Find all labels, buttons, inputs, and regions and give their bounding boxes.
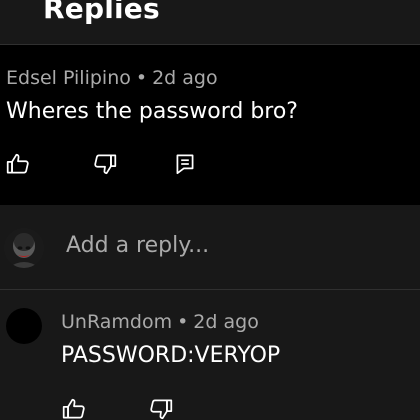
reply-time: 2d ago <box>193 311 259 333</box>
comment-text: Wheres the password bro? <box>6 99 298 124</box>
reply-input[interactable]: Add a reply... <box>66 229 396 263</box>
thumbs-up-icon[interactable] <box>5 151 31 177</box>
comment-item: Edsel Pilipino • 2d ago Wheres the passwor… <box>0 45 420 205</box>
user-avatar <box>4 228 44 268</box>
meta-separator: • <box>177 311 189 333</box>
replies-header: Replies <box>0 0 420 44</box>
comment-author[interactable]: Edsel Pilipino <box>6 67 131 89</box>
reply-icon[interactable] <box>172 151 198 177</box>
thumbs-up-icon[interactable] <box>61 396 87 420</box>
reply-author[interactable]: UnRamdom <box>61 311 172 333</box>
comment-meta: Edsel Pilipino • 2d ago <box>6 67 218 89</box>
reply-author-avatar <box>6 308 42 344</box>
page-title: Replies <box>43 0 160 25</box>
reply-text: PASSWORD:VERYOP <box>61 343 281 368</box>
comment-time: 2d ago <box>152 67 218 89</box>
meta-separator: • <box>135 67 148 89</box>
thumbs-down-icon[interactable] <box>92 151 118 177</box>
replies-screen: Replies Edsel Pilipino • 2d ago Wheres the… <box>0 0 420 420</box>
reply-meta: UnRamdom • 2d ago <box>61 311 259 333</box>
thumbs-down-icon[interactable] <box>148 396 174 420</box>
